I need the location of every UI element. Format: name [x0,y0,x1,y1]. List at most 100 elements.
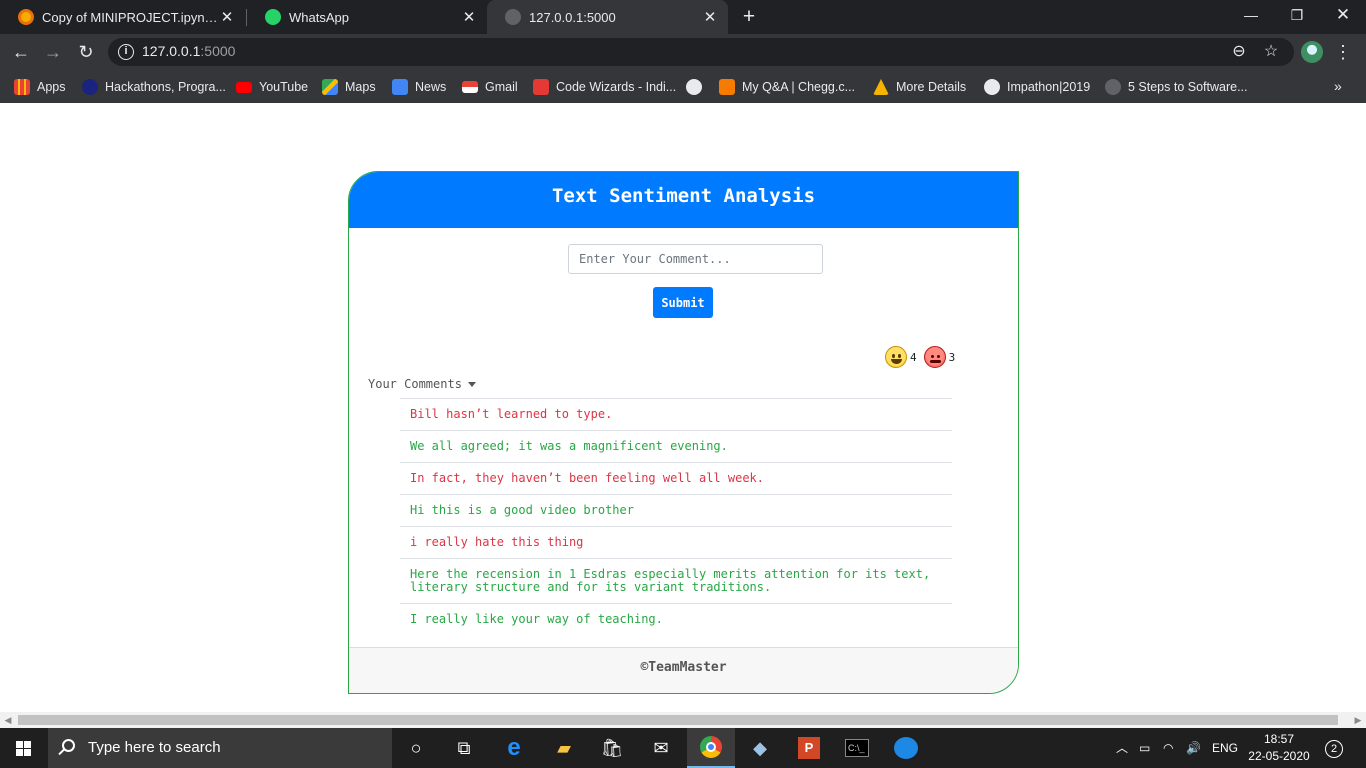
card-footer: ©TeamMaster [349,647,1018,693]
bookmark-label: Code Wizards - Indi... [556,80,677,94]
comment-input[interactable] [568,244,823,274]
info-icon[interactable]: i [118,44,134,60]
bookmarks-bar: Apps Hackathons, Progra... YouTube Maps … [0,70,1366,103]
negative-count: 3 [948,350,956,364]
back-icon[interactable]: ← [8,39,34,65]
tab-title: WhatsApp [289,9,349,25]
notes-app-icon[interactable]: ◆ [736,728,784,768]
volume-icon[interactable]: 🔊 [1186,728,1201,768]
clock[interactable]: 18:57 22-05-2020 [1246,731,1312,765]
url-host: 127.0.0.1 [142,43,201,59]
menu-icon[interactable]: ⋮ [1334,39,1352,65]
horizontal-scrollbar[interactable]: ◀ ▶ [0,712,1366,728]
notification-center-icon[interactable]: 2 [1322,728,1346,768]
sentiment-counts: 4 3 [885,346,962,368]
comment-item: Here the recension in 1 Esdras especiall… [400,558,952,603]
browser-toolbar: ← → ↻ i 127.0.0.1:5000 ⊖ ☆ ⋮ [0,34,1366,70]
windows-start-icon[interactable] [0,728,48,768]
submit-button[interactable]: Submit [653,287,713,318]
youtube-icon [236,81,252,93]
close-icon[interactable]: ✕ [702,8,718,26]
search-icon [62,739,75,752]
minimize-icon[interactable]: — [1228,0,1274,30]
comment-item: In fact, they haven’t been feeling well … [400,462,952,494]
gmail-icon [462,81,478,93]
window-close-icon[interactable]: ✕ [1320,0,1366,30]
mail-icon[interactable]: ✉ [637,728,685,768]
chrome-icon[interactable] [687,728,735,768]
globe-icon [505,9,521,25]
colab-icon [18,9,34,25]
reload-icon[interactable]: ↻ [73,39,99,65]
bookmark-chegg[interactable]: My Q&A | Chegg.c... [719,76,855,98]
bookmark-hackathons[interactable]: Hackathons, Progra... [82,76,226,98]
app-icon[interactable] [882,728,930,768]
store-icon[interactable]: 🛍 [588,728,636,768]
taskbar-search[interactable]: Type here to search [48,728,392,768]
bookmark-code-wizards[interactable]: Code Wizards - Indi... [533,76,676,98]
comments-label: Your Comments [368,377,462,391]
tab-colab[interactable]: Copy of MINIPROJECT.ipynb - Co ✕ [0,0,245,34]
bookmark-site-icon [82,79,98,95]
tab-title: Copy of MINIPROJECT.ipynb - Co [42,9,219,25]
edge-icon[interactable]: e [490,728,538,768]
comment-item: I really like your way of teaching. [400,603,952,635]
powerpoint-icon[interactable]: P [785,728,833,768]
chevron-up-icon[interactable]: ︿ [1116,728,1128,768]
file-explorer-icon[interactable]: ▰ [540,728,588,768]
chevron-right-icon[interactable]: » [1334,78,1342,94]
bookmark-impathon[interactable]: Impathon|2019 [984,76,1090,98]
tab-localhost[interactable]: 127.0.0.1:5000 ✕ [487,0,728,34]
battery-icon[interactable]: ▭ [1139,728,1150,768]
profile-avatar[interactable] [1301,41,1323,63]
bookmark-site-icon [1105,79,1121,95]
bookmark-news[interactable]: News [392,76,446,98]
comments-dropdown-toggle[interactable]: Your Comments [368,377,476,391]
maps-icon [322,79,338,95]
bookmark-maps[interactable]: Maps [322,76,376,98]
zoom-icon[interactable]: ⊖ [1229,42,1249,62]
comment-item: Hi this is a good video brother [400,494,952,526]
angry-face-icon [923,346,946,368]
bookmark-label: Maps [345,80,376,94]
page-title: Text Sentiment Analysis [349,172,1018,228]
tab-whatsapp[interactable]: WhatsApp ✕ [247,0,487,34]
globe-icon [984,79,1000,95]
close-icon[interactable]: ✕ [461,8,477,26]
new-tab-icon[interactable]: + [738,4,760,30]
page-viewport: Text Sentiment Analysis Submit 4 3 Your … [0,103,1366,712]
apps-grid-icon [14,79,30,95]
bookmark-label: Apps [37,80,66,94]
star-icon[interactable]: ☆ [1261,42,1281,62]
restore-icon[interactable]: ❐ [1274,0,1320,30]
bookmark-more-details[interactable]: More Details [873,76,966,98]
language-indicator[interactable]: ENG [1212,728,1238,768]
bookmark-gmail[interactable]: Gmail [462,76,518,98]
bookmark-youtube[interactable]: YouTube [236,76,308,98]
bookmark-label: YouTube [259,80,309,94]
close-icon[interactable]: ✕ [219,8,235,26]
wifi-icon[interactable]: ◠ [1163,728,1173,768]
bookmark-software[interactable]: 5 Steps to Software... [1105,76,1248,98]
terminal-icon[interactable]: C:\_ [833,728,881,768]
scroll-left-icon[interactable]: ◀ [0,712,16,728]
bookmark-label: Gmail [485,80,518,94]
comment-item: We all agreed; it was a magnificent even… [400,430,952,462]
chegg-icon [719,79,735,95]
caret-down-icon [467,382,476,387]
address-bar[interactable]: i 127.0.0.1:5000 ⊖ ☆ [108,38,1294,66]
task-view-icon[interactable]: ⧉ [440,728,488,768]
forward-icon[interactable]: → [40,39,66,65]
url-text[interactable]: 127.0.0.1:5000 [142,43,235,59]
scroll-right-icon[interactable]: ▶ [1350,712,1366,728]
happy-face-icon [885,346,907,368]
scrollbar-thumb[interactable] [18,715,1338,725]
positive-count: 4 [910,350,917,364]
cortana-icon[interactable]: ○ [392,728,440,768]
bookmark-label: More Details [896,80,967,94]
bookmark-label: News [415,80,447,94]
bookmark-globe[interactable] [686,76,709,98]
clock-date: 22-05-2020 [1248,749,1310,763]
bookmark-apps[interactable]: Apps [14,76,66,98]
bookmark-label: 5 Steps to Software... [1128,80,1248,94]
